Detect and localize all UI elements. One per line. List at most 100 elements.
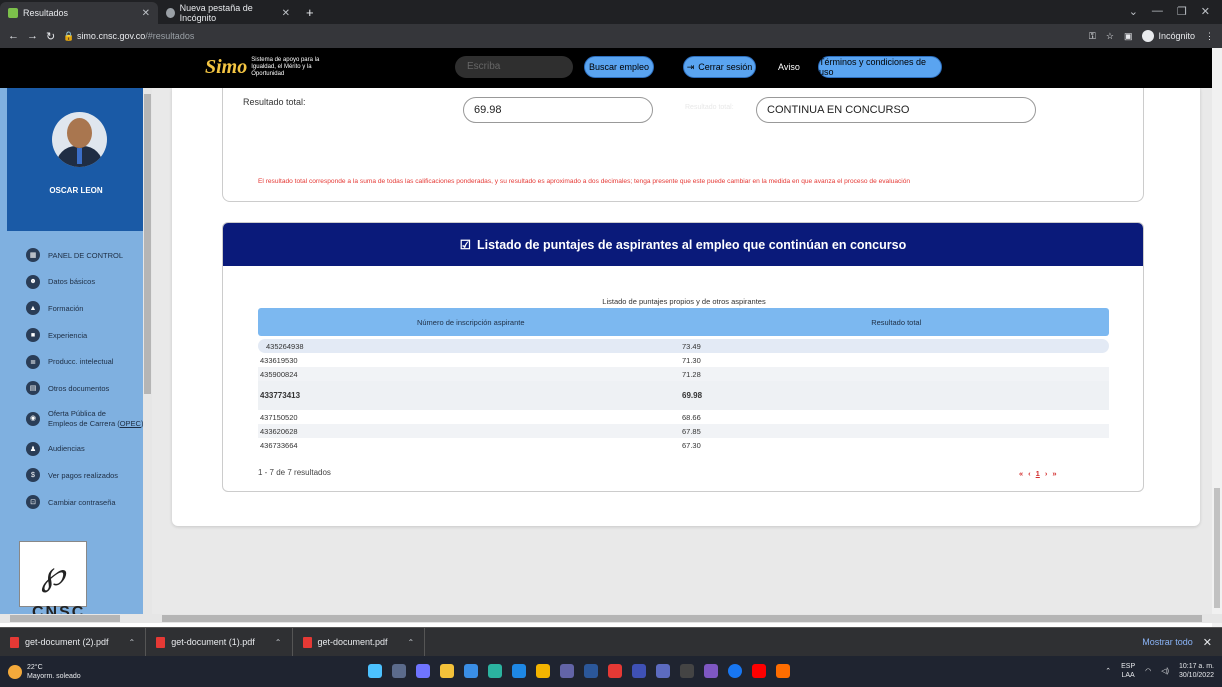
chevron-up-icon[interactable]: ⌃ bbox=[408, 638, 415, 647]
windows-start-icon[interactable] bbox=[368, 664, 382, 678]
avatar bbox=[52, 112, 107, 167]
prev-page-button[interactable]: ‹ bbox=[1028, 469, 1031, 478]
column-header-score[interactable]: Resultado total bbox=[684, 318, 1110, 327]
language-indicator[interactable]: ESP LAA bbox=[1121, 662, 1135, 680]
search-job-button[interactable]: Buscar empleo bbox=[584, 56, 654, 78]
menu-kebab-icon[interactable]: ⋮ bbox=[1205, 31, 1214, 42]
sidepanel-icon[interactable]: ▣ bbox=[1124, 31, 1133, 42]
table-row[interactable]: 435264938 73.49 bbox=[258, 339, 1109, 353]
table-row[interactable]: 433620628 67.85 bbox=[258, 424, 1109, 438]
search-icon[interactable] bbox=[392, 664, 406, 678]
document-icon: ▤ bbox=[26, 381, 40, 396]
sidebar-item-contrasena[interactable]: ⊡ Cambiar contraseña bbox=[7, 489, 147, 516]
sidebar-hscrollbar[interactable] bbox=[0, 614, 152, 623]
incognito-icon bbox=[1142, 30, 1155, 42]
folder-icon[interactable] bbox=[440, 664, 454, 678]
teams-icon[interactable] bbox=[560, 664, 574, 678]
window-controls: ⌄ — ❐ ✕ bbox=[1117, 5, 1222, 24]
bookmark-star-icon[interactable]: ☆ bbox=[1106, 31, 1114, 42]
status-field: CONTINUA EN CONCURSO bbox=[756, 97, 1036, 123]
ranking-table: 435264938 73.49 433619530 71.30 435900824 7… bbox=[258, 339, 1109, 452]
table-row-own[interactable]: 433773413 69.98 bbox=[258, 381, 1109, 410]
chat-icon[interactable] bbox=[416, 664, 430, 678]
calculator-icon[interactable] bbox=[680, 664, 694, 678]
clock[interactable]: 10:17 a. m. 30/10/2022 bbox=[1179, 662, 1214, 680]
first-page-button[interactable]: « bbox=[1019, 469, 1023, 478]
site-header: Simo Sistema de apoyo para la Igualdad, … bbox=[0, 48, 1212, 88]
reload-icon[interactable]: ↻ bbox=[46, 30, 55, 43]
back-icon[interactable]: ← bbox=[8, 30, 19, 42]
url-field[interactable]: 🔒 simo.cnsc.gov.co/#resultados bbox=[63, 31, 194, 42]
facebook-icon[interactable] bbox=[728, 664, 742, 678]
show-all-downloads-link[interactable]: Mostrar todo bbox=[1142, 637, 1203, 647]
youtube-icon[interactable] bbox=[752, 664, 766, 678]
download-item[interactable]: get-document (2).pdf ⌃ bbox=[0, 627, 147, 657]
key-icon[interactable]: ⚿ bbox=[1089, 31, 1096, 42]
app-icon[interactable] bbox=[704, 664, 718, 678]
sidebar-item-otros-documentos[interactable]: ▤ Otros documentos bbox=[7, 375, 147, 402]
acrobat-icon[interactable] bbox=[608, 664, 622, 678]
download-item[interactable]: get-document.pdf ⌃ bbox=[293, 627, 426, 657]
book-icon: ≣ bbox=[26, 354, 40, 369]
sidebar-item-formacion[interactable]: ▲ Formación bbox=[7, 295, 147, 322]
table-row[interactable]: 436733664 67.30 bbox=[258, 438, 1109, 452]
close-window-icon[interactable]: ✕ bbox=[1201, 5, 1210, 18]
tab-title: Resultados bbox=[23, 8, 69, 18]
app-icon[interactable] bbox=[776, 664, 790, 678]
profile-box: OSCAR LEON bbox=[7, 88, 145, 231]
last-page-button[interactable]: » bbox=[1052, 469, 1056, 478]
sidebar-scrollbar[interactable] bbox=[143, 88, 152, 614]
incognito-badge[interactable]: Incógnito bbox=[1142, 30, 1195, 42]
results-count: 1 - 7 de 7 resultados bbox=[258, 468, 331, 477]
sidebar-item-produccion[interactable]: ≣ Producc. intelectual bbox=[7, 348, 147, 375]
sidebar-item-experiencia[interactable]: ■ Experiencia bbox=[7, 322, 147, 349]
download-item[interactable]: get-document (1).pdf ⌃ bbox=[146, 627, 293, 657]
terms-button[interactable]: Términos y condiciones de uso bbox=[818, 56, 942, 78]
forward-icon[interactable]: → bbox=[27, 30, 38, 42]
audience-icon: ♟ bbox=[26, 441, 40, 456]
tab-incognito[interactable]: Nueva pestaña de Incógnito ✕ bbox=[158, 2, 298, 24]
main-hscrollbar[interactable] bbox=[152, 614, 1222, 623]
page-1-button[interactable]: 1 bbox=[1036, 469, 1040, 478]
close-tab-icon[interactable]: ✕ bbox=[282, 8, 290, 19]
site-favicon-icon bbox=[8, 8, 18, 18]
next-page-button[interactable]: › bbox=[1045, 469, 1048, 478]
minimize-icon[interactable]: — bbox=[1152, 5, 1163, 18]
sidebar-item-datos-basicos[interactable]: ☻ Datos básicos bbox=[7, 269, 147, 296]
app-icon[interactable] bbox=[512, 664, 526, 678]
sidebar-item-audiencias[interactable]: ♟ Audiencias bbox=[7, 436, 147, 463]
chevron-up-icon[interactable]: ⌃ bbox=[275, 638, 282, 647]
table-row[interactable]: 435900824 71.28 bbox=[258, 367, 1109, 381]
sidebar-item-opec[interactable]: ◉ Oferta Pública de Empleos de Carrera (OP… bbox=[7, 402, 147, 436]
sidebar-item-panel[interactable]: ▦ PANEL DE CONTROL bbox=[7, 242, 147, 269]
sidebar-item-pagos[interactable]: $ Ver pagos realizados bbox=[7, 462, 147, 489]
notice-link[interactable]: Aviso bbox=[778, 62, 800, 72]
close-tab-icon[interactable]: ✕ bbox=[142, 8, 150, 19]
app-icon[interactable] bbox=[632, 664, 646, 678]
new-tab-button[interactable]: + bbox=[298, 5, 322, 24]
chevron-up-icon[interactable]: ⌃ bbox=[1105, 667, 1111, 675]
word-icon[interactable] bbox=[584, 664, 598, 678]
app-icon[interactable] bbox=[656, 664, 670, 678]
restore-icon[interactable]: ❐ bbox=[1177, 5, 1187, 18]
search-input[interactable]: Escriba bbox=[455, 56, 573, 78]
wifi-icon[interactable]: ◠ bbox=[1145, 667, 1151, 675]
close-downloads-icon[interactable]: ✕ bbox=[1203, 636, 1222, 649]
table-row[interactable]: 433619530 71.30 bbox=[258, 353, 1109, 367]
edge-icon[interactable] bbox=[488, 664, 502, 678]
column-header-id[interactable]: Número de inscripción aspirante bbox=[258, 318, 684, 327]
tab-search-icon[interactable]: ⌄ bbox=[1129, 5, 1138, 18]
table-row[interactable]: 437150520 68.66 bbox=[258, 410, 1109, 424]
logout-button[interactable]: ⇥ Cerrar sesión bbox=[683, 56, 756, 78]
dashboard-icon: ▦ bbox=[26, 248, 40, 263]
tab-resultados[interactable]: Resultados ✕ bbox=[0, 2, 158, 24]
chevron-up-icon[interactable]: ⌃ bbox=[129, 638, 136, 647]
page-scrollbar[interactable] bbox=[1212, 48, 1222, 627]
pagination: « ‹ 1 › » bbox=[1019, 469, 1057, 478]
results-panel: Resultado total: 69.98 Resultado total: … bbox=[172, 88, 1200, 526]
chrome-icon[interactable] bbox=[536, 664, 550, 678]
simo-logo[interactable]: Simo Sistema de apoyo para la Igualdad, … bbox=[205, 56, 343, 79]
store-icon[interactable] bbox=[464, 664, 478, 678]
weather-widget[interactable]: 22°C Mayorm. soleado bbox=[0, 663, 81, 681]
volume-icon[interactable]: ◁) bbox=[1161, 667, 1169, 675]
